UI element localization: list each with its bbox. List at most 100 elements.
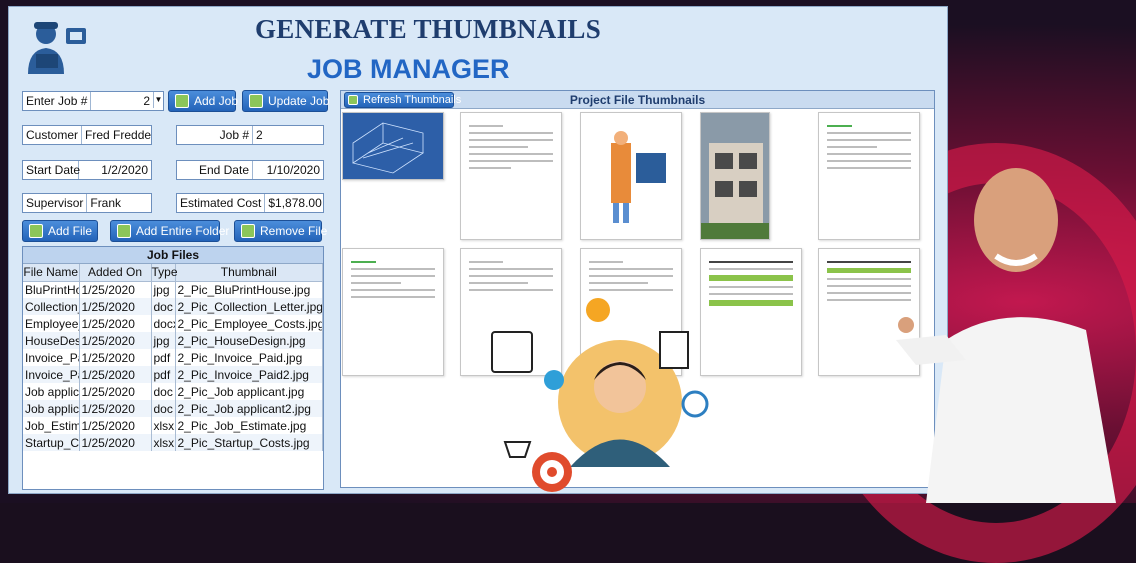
cell-file-name[interactable]: HouseDesig [23, 332, 80, 349]
cell-file-name[interactable]: Invoice_Pai [23, 366, 80, 383]
update-job-icon [249, 94, 263, 108]
cell-added-on[interactable]: 1/25/2020 [79, 434, 152, 451]
col-thumbnail[interactable]: Thumbnail [175, 264, 323, 282]
presenter-photo [896, 168, 1116, 503]
businessman-illustration-icon [491, 298, 709, 492]
cell-thumbnail[interactable]: 2_Pic_Job applicant.jpg [175, 383, 323, 400]
end-date-field[interactable]: End Date 1/10/2020 [176, 160, 324, 180]
cell-thumbnail[interactable]: 2_Pic_Job_Estimate.jpg [175, 417, 323, 434]
cell-file-name[interactable]: Job applicai [23, 400, 80, 417]
cell-thumbnail[interactable]: 2_Pic_Job applicant2.jpg [175, 400, 323, 417]
end-date-value[interactable]: 1/10/2020 [253, 161, 323, 179]
cell-added-on[interactable]: 1/25/2020 [79, 315, 152, 332]
supervisor-field[interactable]: Supervisor Frank [22, 193, 152, 213]
table-row[interactable]: Collection_ 1/25/2020 doc 2_Pic_Collection_… [23, 298, 323, 315]
cell-file-name[interactable]: BluPrintHou [23, 281, 80, 298]
add-file-icon [29, 224, 43, 238]
thumbnail-house-design[interactable] [700, 112, 770, 240]
end-date-label: End Date [177, 161, 253, 179]
cell-added-on[interactable]: 1/25/2020 [79, 383, 152, 400]
update-job-button[interactable]: Update Job [242, 90, 329, 112]
table-row[interactable]: Job applicai1/25/2020doc2_Pic_Job applic… [23, 383, 323, 400]
thumbnail-collection-letter[interactable] [460, 112, 562, 240]
cell-added-on[interactable]: 1/25/2020 [79, 298, 152, 315]
table-row[interactable]: Startup_Co:1/25/2020xlsx2_Pic_Startup_Co… [23, 434, 323, 451]
add-job-button[interactable]: Add Job [168, 90, 239, 112]
job-files-title: Job Files [23, 247, 323, 264]
cell-thumbnail[interactable]: 2_Pic_Startup_Costs.jpg [175, 434, 323, 451]
cell-type[interactable]: doc [151, 298, 176, 315]
table-row[interactable]: BluPrintHou1/25/2020jpg2_Pic_BluPrintHou… [23, 281, 323, 298]
cell-thumbnail[interactable]: 2_Pic_BluPrintHouse.jpg [175, 281, 323, 298]
cell-file-name[interactable]: Job applicai [23, 383, 80, 400]
cell-thumbnail[interactable]: 2_Pic_Invoice_Paid.jpg [175, 349, 323, 366]
cell-file-name[interactable]: Invoice_Pai [23, 349, 80, 366]
thumbnail-blueprint[interactable] [342, 112, 444, 180]
customer-value[interactable]: Fred Fredders [82, 126, 151, 144]
remove-file-button[interactable]: Remove File [234, 220, 327, 242]
enter-job-label: Enter Job # [23, 92, 92, 110]
table-row[interactable]: Job_Estima1/25/2020xlsx2_Pic_Job_Estimat… [23, 417, 323, 434]
cell-file-name[interactable]: Job_Estima [23, 417, 80, 434]
cell-added-on[interactable]: 1/25/2020 [79, 332, 152, 349]
cell-type[interactable]: jpg [151, 281, 176, 298]
table-row[interactable]: Invoice_Pai1/25/2020pdf2_Pic_Invoice_Pai… [23, 349, 323, 366]
table-row[interactable]: Employee_1/25/2020docx2_Pic_Employee_Cos… [23, 315, 323, 332]
cell-added-on[interactable]: 1/25/2020 [79, 366, 152, 383]
chevron-down-icon[interactable]: ▼ [153, 92, 163, 108]
job-files-list[interactable]: Job Files File Name Added On Type Thumbn… [22, 246, 324, 490]
cell-file-name[interactable]: Employee_ [23, 315, 80, 332]
house-image-icon [701, 143, 769, 239]
cell-type[interactable]: xlsx [151, 434, 176, 451]
worker-computer-icon [28, 22, 86, 74]
page-title: GENERATE THUMBNAILS [255, 14, 602, 44]
add-job-label: Add Job [194, 94, 239, 108]
cell-thumbnail[interactable]: 2_Pic_Employee_Costs.jpg [175, 315, 323, 332]
refresh-icon [348, 95, 358, 105]
col-file-name[interactable]: File Name [23, 264, 80, 282]
cell-file-name[interactable]: Collection_ [23, 298, 80, 315]
start-date-value[interactable]: 1/2/2020 [79, 161, 151, 179]
supervisor-value[interactable]: Frank [87, 194, 151, 212]
cell-thumbnail[interactable]: 2_Pic_Collection_Letter.jpg [175, 298, 323, 315]
cell-type[interactable]: pdf [151, 349, 176, 366]
remove-file-label: Remove File [260, 224, 328, 238]
add-folder-label: Add Entire Folder [136, 224, 230, 238]
cell-type[interactable]: doc [151, 383, 176, 400]
cell-type[interactable]: doc [151, 400, 176, 417]
job-number-label: Job # [177, 126, 253, 144]
cell-added-on[interactable]: 1/25/2020 [79, 417, 152, 434]
table-row[interactable]: Job applicai1/25/2020doc2_Pic_Job applic… [23, 400, 323, 417]
estimated-cost-value[interactable]: $1,878.00 [265, 194, 323, 212]
thumbnail-employee-costs[interactable] [580, 112, 682, 240]
customer-label: Customer [23, 126, 83, 144]
col-added-on[interactable]: Added On [79, 264, 152, 282]
cell-thumbnail[interactable]: 2_Pic_HouseDesign.jpg [175, 332, 323, 349]
job-number-field[interactable]: Job # 2 [176, 125, 324, 145]
cell-thumbnail[interactable]: 2_Pic_Invoice_Paid2.jpg [175, 366, 323, 383]
add-folder-button[interactable]: Add Entire Folder [110, 220, 229, 242]
page-subtitle: JOB MANAGER [307, 54, 510, 84]
cell-type[interactable]: xlsx [151, 417, 176, 434]
enter-job-field[interactable]: Enter Job # 2 ▼ [22, 91, 164, 111]
job-number-value[interactable]: 2 [253, 126, 323, 144]
cell-added-on[interactable]: 1/25/2020 [79, 349, 152, 366]
col-type[interactable]: Type [151, 264, 178, 282]
cell-type[interactable]: jpg [151, 332, 176, 349]
estimated-cost-field[interactable]: Estimated Cost $1,878.00 [176, 193, 324, 213]
cell-added-on[interactable]: 1/25/2020 [79, 400, 152, 417]
table-row[interactable]: Invoice_Pai1/25/2020pdf2_Pic_Invoice_Pai… [23, 366, 323, 383]
start-date-field[interactable]: Start Date 1/2/2020 [22, 160, 152, 180]
supervisor-label: Supervisor [23, 194, 88, 212]
add-job-icon [175, 94, 189, 108]
refresh-thumbnails-button[interactable]: Refresh Thumbnails [344, 92, 461, 108]
cell-type[interactable]: docx [151, 315, 176, 332]
cell-added-on[interactable]: 1/25/2020 [79, 281, 152, 298]
customer-field[interactable]: Customer Fred Fredders [22, 125, 152, 145]
enter-job-value[interactable]: 2 [91, 92, 153, 110]
table-row[interactable]: HouseDesig1/25/2020jpg2_Pic_HouseDesign.… [23, 332, 323, 349]
add-file-button[interactable]: Add File [22, 220, 98, 242]
cell-file-name[interactable]: Startup_Co: [23, 434, 80, 451]
thumbnail-invoice-paid-2[interactable] [342, 248, 444, 376]
cell-type[interactable]: pdf [151, 366, 176, 383]
